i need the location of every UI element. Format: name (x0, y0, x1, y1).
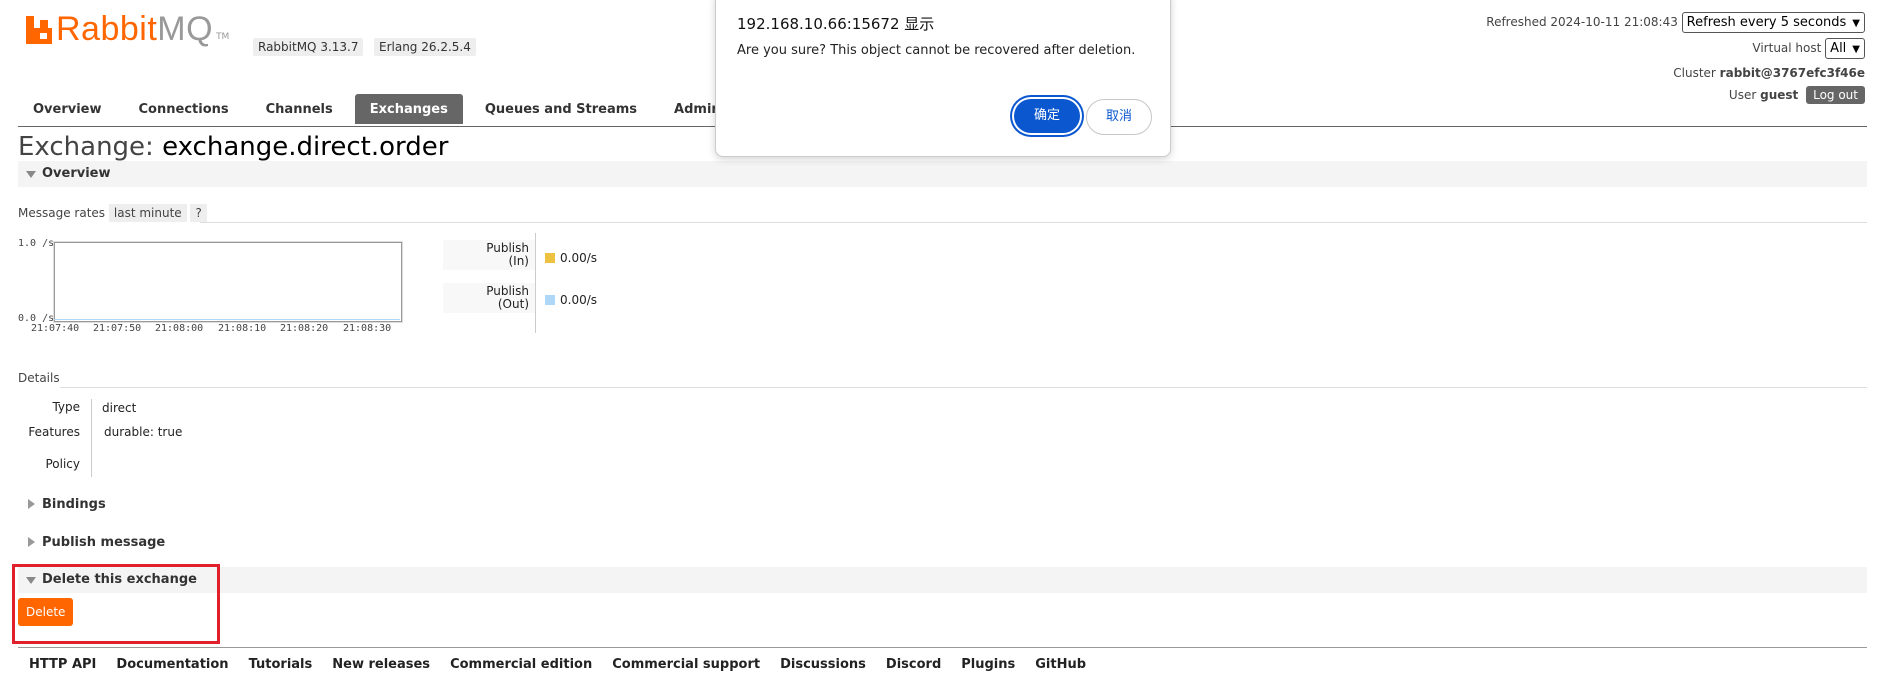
footer-link-plugins[interactable]: Plugins (961, 657, 1015, 672)
confirm-cancel-button[interactable]: 取消 (1086, 99, 1152, 135)
virtual-host-row: Virtual host All ▼ (1752, 38, 1865, 59)
main-nav-tabs: Overview Connections Channels Exchanges … (18, 94, 743, 124)
footer-divider (18, 647, 1867, 648)
publish-out-rate: 0.00/s (545, 293, 597, 307)
footer-link-commercial-support[interactable]: Commercial support (612, 657, 760, 672)
chart-x-label: 21:08:00 (155, 323, 204, 334)
type-value: direct (102, 401, 137, 415)
dialog-origin: 192.168.10.66:15672 显示 (737, 15, 935, 33)
publish-out-label: Publish (Out) (443, 283, 535, 313)
cluster-label: Cluster (1673, 66, 1716, 80)
chart-x-label: 21:07:50 (93, 323, 142, 334)
footer-link-discussions[interactable]: Discussions (780, 657, 866, 672)
overview-section-header[interactable]: Overview (18, 161, 1867, 187)
virtual-host-label: Virtual host (1752, 41, 1822, 55)
erlang-version-badge: Erlang 26.2.5.4 (374, 38, 476, 56)
publish-message-section-header[interactable]: Publish message (18, 530, 1867, 556)
bindings-label: Bindings (42, 497, 106, 512)
expand-triangle-icon (28, 499, 35, 509)
tab-queues-and-streams[interactable]: Queues and Streams (470, 94, 652, 124)
bindings-section-header[interactable]: Bindings (18, 492, 1867, 518)
logo-trademark: TM (216, 32, 230, 42)
rates-separator (535, 233, 536, 333)
chart-x-label: 21:08:30 (343, 323, 392, 334)
message-rates-chart (54, 242, 402, 322)
footer-link-documentation[interactable]: Documentation (116, 657, 228, 672)
page-title: Exchange: exchange.direct.order (18, 132, 449, 162)
dialog-message: Are you sure? This object cannot be reco… (737, 43, 1136, 58)
expand-triangle-icon (28, 537, 35, 547)
rates-divider (200, 222, 1867, 223)
tab-overview[interactable]: Overview (18, 94, 117, 124)
cluster-name: rabbit@3767efc3f46e (1719, 66, 1865, 80)
footer-link-commercial-edition[interactable]: Commercial edition (450, 657, 592, 672)
chart-x-label: 21:08:20 (280, 323, 329, 334)
user-label: User (1728, 88, 1757, 102)
refresh-interval-select[interactable]: Refresh every 5 seconds ▼ (1681, 12, 1865, 33)
tab-connections[interactable]: Connections (124, 94, 244, 124)
footer-link-http-api[interactable]: HTTP API (29, 657, 96, 672)
features-key: Features (28, 425, 80, 439)
confirm-ok-button[interactable]: 确定 (1014, 99, 1080, 133)
publish-in-label: Publish (In) (443, 240, 535, 270)
message-rates-label: Message rates (18, 206, 106, 220)
cluster-row: Cluster rabbit@3767efc3f46e (1673, 66, 1865, 80)
policy-key: Policy (45, 457, 80, 471)
footer-link-github[interactable]: GitHub (1035, 657, 1086, 672)
refresh-bar: Refreshed 2024-10-11 21:08:43 Refresh ev… (1486, 12, 1865, 33)
help-icon[interactable]: ? (190, 204, 207, 222)
user-row: User guest Log out (1729, 86, 1865, 104)
footer-link-discord[interactable]: Discord (886, 657, 941, 672)
message-rates-row: Message rates last minute ? (18, 204, 207, 222)
publish-message-label: Publish message (42, 535, 166, 550)
footer-link-tutorials[interactable]: Tutorials (249, 657, 313, 672)
rates-range-toggle[interactable]: last minute (108, 204, 187, 222)
collapse-triangle-icon (26, 171, 36, 178)
publish-in-rate: 0.00/s (545, 251, 597, 265)
virtual-host-select[interactable]: All ▼ (1825, 38, 1865, 59)
chart-x-label: 21:08:10 (218, 323, 267, 334)
details-separator (91, 399, 92, 477)
footer-links: HTTP API Documentation Tutorials New rel… (29, 657, 1106, 672)
rabbitmq-logo-icon (26, 16, 52, 44)
highlight-box (12, 564, 220, 644)
rabbitmq-version-badge: RabbitMQ 3.13.7 (253, 38, 364, 56)
chart-series-line (54, 319, 400, 320)
details-divider (60, 387, 1867, 388)
delete-exchange-section-header[interactable]: Delete this exchange (18, 567, 1867, 593)
rabbitmq-logo[interactable]: RabbitMQ TM (26, 10, 230, 48)
tab-channels[interactable]: Channels (251, 94, 348, 124)
overview-section-label: Overview (42, 166, 111, 181)
exchange-name: exchange.direct.order (162, 132, 449, 162)
chevron-down-icon: ▼ (1852, 18, 1860, 29)
user-name: guest (1760, 88, 1799, 102)
footer-link-new-releases[interactable]: New releases (332, 657, 430, 672)
details-heading: Details (18, 371, 60, 385)
tab-exchanges[interactable]: Exchanges (354, 94, 463, 124)
logout-button[interactable]: Log out (1806, 86, 1865, 104)
chevron-down-icon: ▼ (1852, 44, 1860, 55)
features-value: durable: true (104, 425, 183, 439)
refreshed-timestamp: Refreshed 2024-10-11 21:08:43 (1486, 15, 1678, 29)
type-key: Type (52, 400, 80, 414)
publish-in-swatch (545, 253, 555, 263)
confirm-dialog: 192.168.10.66:15672 显示 Are you sure? Thi… (715, 0, 1171, 157)
publish-out-swatch (545, 295, 555, 305)
logo-text: RabbitMQ (56, 10, 214, 48)
chart-y-max-label: 1.0 /s (18, 238, 55, 249)
chart-x-label: 21:07:40 (31, 323, 80, 334)
